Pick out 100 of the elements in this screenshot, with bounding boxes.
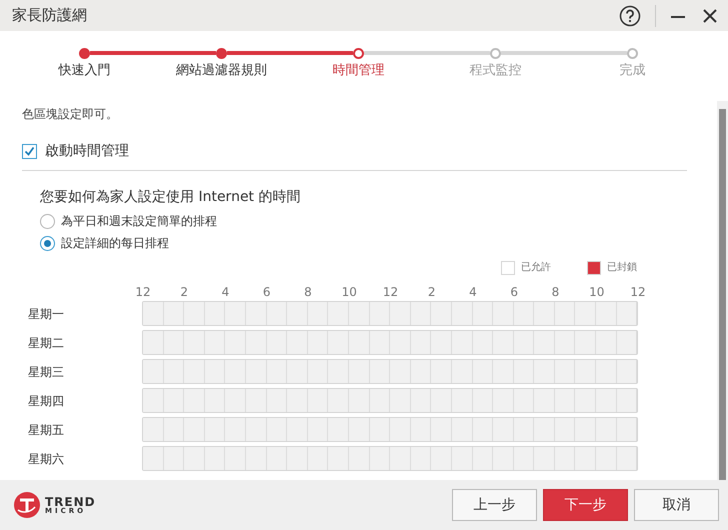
hour-cell[interactable] bbox=[308, 360, 328, 383]
footer-button[interactable]: 上一步 bbox=[452, 489, 537, 521]
hour-cell[interactable] bbox=[493, 418, 514, 441]
help-icon[interactable] bbox=[619, 4, 641, 26]
hour-cell[interactable] bbox=[287, 389, 308, 412]
hour-cell[interactable] bbox=[328, 331, 349, 354]
hour-cell[interactable] bbox=[266, 418, 288, 441]
hour-cell[interactable] bbox=[390, 331, 411, 354]
hour-cell[interactable] bbox=[370, 302, 390, 325]
hour-cell[interactable] bbox=[287, 331, 308, 354]
hour-cell[interactable] bbox=[225, 447, 246, 470]
hour-cell[interactable] bbox=[287, 302, 308, 325]
hour-cell[interactable] bbox=[493, 447, 514, 470]
hour-cell[interactable] bbox=[348, 418, 370, 441]
hour-cell[interactable] bbox=[266, 389, 288, 412]
hour-cell[interactable] bbox=[534, 331, 555, 354]
hour-cell[interactable] bbox=[204, 302, 226, 325]
hour-cell[interactable] bbox=[410, 302, 432, 325]
hour-cell[interactable] bbox=[410, 418, 432, 441]
hour-cell[interactable] bbox=[246, 389, 267, 412]
hour-cell[interactable] bbox=[184, 447, 205, 470]
hour-cell[interactable] bbox=[143, 360, 164, 383]
hour-cell[interactable] bbox=[348, 389, 370, 412]
hour-cell[interactable] bbox=[143, 302, 164, 325]
hour-cell[interactable] bbox=[204, 418, 226, 441]
hour-cell[interactable] bbox=[431, 447, 452, 470]
hour-cell[interactable] bbox=[266, 331, 288, 354]
hour-cell[interactable] bbox=[184, 302, 205, 325]
hour-cell[interactable] bbox=[575, 389, 596, 412]
hour-cell[interactable] bbox=[143, 389, 164, 412]
hour-cell[interactable] bbox=[164, 360, 184, 383]
hour-cell[interactable] bbox=[266, 360, 288, 383]
hour-cell[interactable] bbox=[472, 447, 494, 470]
hour-cell[interactable] bbox=[616, 331, 638, 354]
hour-cell[interactable] bbox=[348, 331, 370, 354]
hour-cell[interactable] bbox=[370, 418, 390, 441]
hour-cell[interactable] bbox=[143, 418, 164, 441]
hour-cell[interactable] bbox=[514, 447, 534, 470]
hour-cell[interactable] bbox=[575, 331, 596, 354]
hour-cell[interactable] bbox=[308, 418, 328, 441]
hour-cell[interactable] bbox=[596, 331, 617, 354]
hour-cell[interactable] bbox=[575, 360, 596, 383]
hour-cell[interactable] bbox=[514, 360, 534, 383]
hour-cell[interactable] bbox=[184, 389, 205, 412]
hour-cell[interactable] bbox=[246, 302, 267, 325]
enable-checkbox[interactable] bbox=[22, 144, 37, 159]
hour-cell[interactable] bbox=[452, 331, 472, 354]
hour-cell[interactable] bbox=[431, 418, 452, 441]
hour-cell[interactable] bbox=[390, 418, 411, 441]
hour-cell[interactable] bbox=[616, 418, 638, 441]
close-icon[interactable] bbox=[702, 8, 718, 24]
hour-cell[interactable] bbox=[287, 360, 308, 383]
hour-cell[interactable] bbox=[452, 389, 472, 412]
hour-cell[interactable] bbox=[370, 447, 390, 470]
hour-cell[interactable] bbox=[554, 331, 576, 354]
hour-cell[interactable] bbox=[452, 360, 472, 383]
hour-cell[interactable] bbox=[225, 389, 246, 412]
hour-cell[interactable] bbox=[328, 447, 349, 470]
hour-cell[interactable] bbox=[472, 389, 494, 412]
hour-cell[interactable] bbox=[596, 418, 617, 441]
hour-cell[interactable] bbox=[204, 360, 226, 383]
hour-cell[interactable] bbox=[390, 447, 411, 470]
hour-cell[interactable] bbox=[472, 360, 494, 383]
hour-cell[interactable] bbox=[184, 418, 205, 441]
hour-cell[interactable] bbox=[514, 331, 534, 354]
hour-cell[interactable] bbox=[246, 447, 267, 470]
hour-cell[interactable] bbox=[348, 447, 370, 470]
hour-cell[interactable] bbox=[410, 447, 432, 470]
hour-cell[interactable] bbox=[596, 302, 617, 325]
hour-cell[interactable] bbox=[534, 360, 555, 383]
hour-cell[interactable] bbox=[204, 389, 226, 412]
hour-cell[interactable] bbox=[616, 389, 638, 412]
hour-cell[interactable] bbox=[534, 418, 555, 441]
hour-cell[interactable] bbox=[554, 447, 576, 470]
hour-cell[interactable] bbox=[596, 447, 617, 470]
hour-cell[interactable] bbox=[143, 331, 164, 354]
hour-cell[interactable] bbox=[328, 389, 349, 412]
hour-cell[interactable] bbox=[534, 389, 555, 412]
hour-cell[interactable] bbox=[328, 302, 349, 325]
hour-cell[interactable] bbox=[204, 331, 226, 354]
hour-cell[interactable] bbox=[452, 418, 472, 441]
hour-cell[interactable] bbox=[554, 389, 576, 412]
hour-cell[interactable] bbox=[431, 360, 452, 383]
hour-cell[interactable] bbox=[554, 418, 576, 441]
hour-cell[interactable] bbox=[164, 418, 184, 441]
hour-cell[interactable] bbox=[554, 302, 576, 325]
hour-cell[interactable] bbox=[225, 418, 246, 441]
hour-cell[interactable] bbox=[493, 302, 514, 325]
hour-cell[interactable] bbox=[143, 447, 164, 470]
hour-cell[interactable] bbox=[204, 447, 226, 470]
hour-cell[interactable] bbox=[616, 447, 638, 470]
hour-cell[interactable] bbox=[410, 331, 432, 354]
hour-cell[interactable] bbox=[328, 360, 349, 383]
hour-cell[interactable] bbox=[370, 360, 390, 383]
hour-cell[interactable] bbox=[390, 302, 411, 325]
hour-cell[interactable] bbox=[452, 302, 472, 325]
hour-cell[interactable] bbox=[164, 447, 184, 470]
radio-button[interactable] bbox=[40, 214, 55, 228]
hour-cell[interactable] bbox=[596, 389, 617, 412]
hour-cell[interactable] bbox=[514, 302, 534, 325]
